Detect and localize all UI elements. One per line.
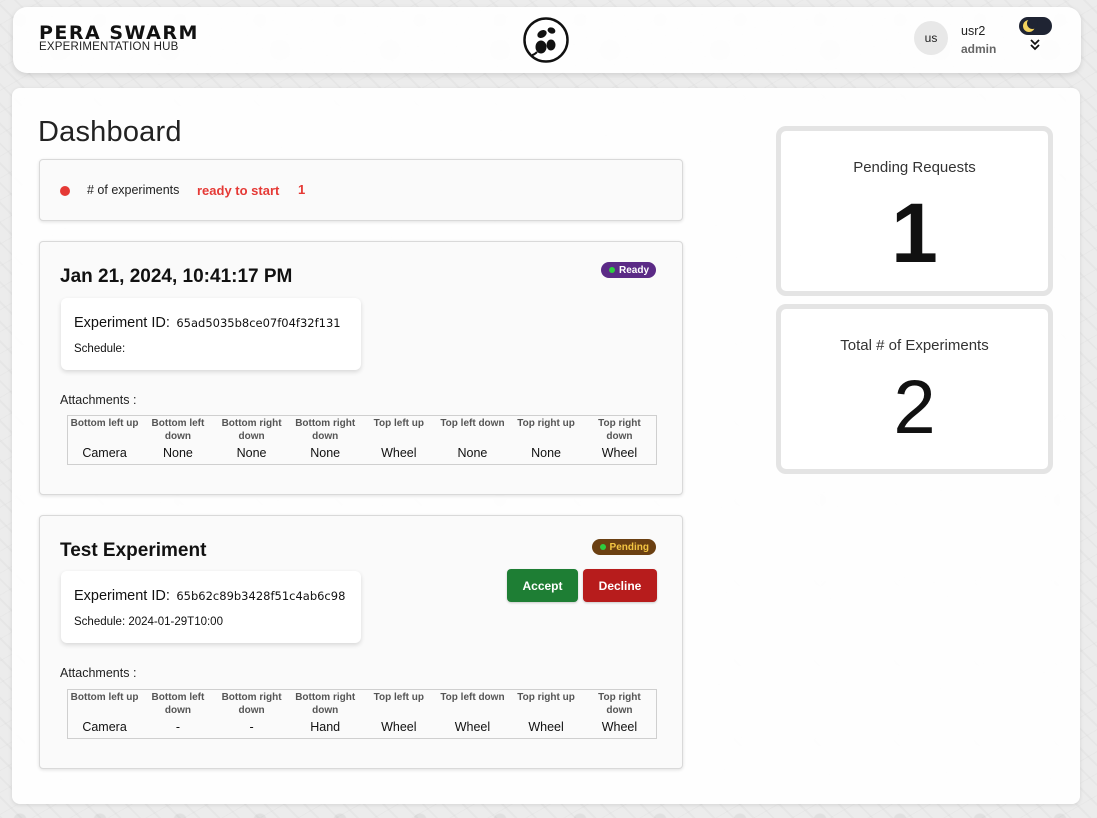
attachment-value: None xyxy=(236,446,267,460)
attachment-header: Bottom left down xyxy=(151,418,205,442)
summary-status: ready to start xyxy=(197,183,280,198)
decline-button[interactable]: Decline xyxy=(583,569,657,602)
attachment-value: Wheel xyxy=(601,446,638,460)
attachment-value: Wheel xyxy=(381,720,417,734)
status-dot-icon xyxy=(60,186,70,196)
experiment-id-box: Experiment ID: 65b62c89b3428f51c4ab6c98 … xyxy=(61,571,361,643)
attachment-value: None xyxy=(457,446,488,460)
table-row: Camera - - Hand Wheel Wheel Wheel Wheel xyxy=(68,717,657,739)
attachment-value: None xyxy=(531,446,561,460)
experiment-card: Jan 21, 2024, 10:41:17 PM Ready Experime… xyxy=(39,241,683,495)
status-dot-icon xyxy=(599,544,606,550)
attachments-header-row: Bottom left up Bottom left down Bottom r… xyxy=(68,416,657,444)
experiment-title: Jan 21, 2024, 10:41:17 PM xyxy=(60,266,293,287)
attachment-header: Top left up xyxy=(373,692,424,703)
brand[interactable]: PERA SWARM EXPERIMENTATION HUB xyxy=(39,24,199,53)
experiment-title: Test Experiment xyxy=(60,540,207,561)
attachments-header-row: Bottom left up Bottom left down Bottom r… xyxy=(68,690,657,718)
table-row: Camera None None None Wheel None None Wh… xyxy=(68,443,657,465)
attachment-header: Bottom right down xyxy=(295,418,356,442)
schedule: Schedule: xyxy=(74,343,126,355)
status-badge: Pending xyxy=(591,539,656,555)
attachment-header: Bottom left up xyxy=(70,418,139,429)
attachment-value: Wheel xyxy=(601,720,638,734)
experiment-id-value: 65b62c89b3428f51c4ab6c98 xyxy=(176,589,346,603)
attachment-value: None xyxy=(310,446,341,460)
user-name: usr2 xyxy=(961,24,986,38)
status-badge: Ready xyxy=(600,262,656,278)
attachment-value: Wheel xyxy=(381,446,417,460)
pending-requests-card: Pending Requests 1 xyxy=(776,126,1053,296)
attachment-value: Camera xyxy=(82,720,127,734)
attachment-value: Wheel xyxy=(454,720,491,734)
attachments-label: Attachments : xyxy=(60,666,137,680)
summary-count: 1 xyxy=(298,182,306,197)
swarm-logo-icon[interactable] xyxy=(522,17,570,63)
attachment-value: Camera xyxy=(82,446,127,460)
attachments-table: Bottom left up Bottom left down Bottom r… xyxy=(67,415,657,465)
accept-button[interactable]: Accept xyxy=(507,569,578,602)
attachment-value: Hand xyxy=(310,720,341,734)
attachments-table: Bottom left up Bottom left down Bottom r… xyxy=(67,689,657,739)
summary-label: # of experiments xyxy=(87,183,180,197)
attachment-header: Top right down xyxy=(598,418,641,442)
brand-subtitle: EXPERIMENTATION HUB xyxy=(39,41,179,53)
attachment-value: - xyxy=(175,720,181,734)
attachment-value: Wheel xyxy=(528,720,564,734)
attachment-header: Bottom right down xyxy=(221,418,282,442)
top-header: PERA SWARM EXPERIMENTATION HUB us usr2 a… xyxy=(13,7,1081,73)
attachment-header: Top left down xyxy=(440,418,505,429)
total-experiments-label: Total # of Experiments xyxy=(840,337,989,354)
attachments-label: Attachments : xyxy=(60,393,137,407)
experiment-id-box: Experiment ID: 65ad5035b8ce07f04f32f131 … xyxy=(61,298,361,370)
attachment-header: Top left up xyxy=(373,418,424,429)
attachment-header: Bottom left up xyxy=(70,692,139,703)
pending-requests-value: 1 xyxy=(891,186,938,280)
brand-title: PERA SWARM xyxy=(39,22,199,44)
double-chevron-down-icon[interactable] xyxy=(1028,38,1042,52)
total-experiments-card: Total # of Experiments 2 xyxy=(776,304,1053,474)
user-role: admin xyxy=(961,42,997,56)
attachment-header: Top right up xyxy=(517,692,575,703)
pending-requests-label: Pending Requests xyxy=(853,159,976,176)
attachment-value: None xyxy=(162,446,193,460)
total-experiments-value: 2 xyxy=(893,365,936,450)
attachment-header: Top right up xyxy=(517,418,575,429)
attachment-value: - xyxy=(249,720,254,734)
experiment-id-label: Experiment ID: xyxy=(74,588,170,604)
attachment-header: Top left down xyxy=(440,692,505,703)
status-dot-icon xyxy=(608,267,615,273)
attachment-header: Bottom left down xyxy=(151,692,205,716)
attachment-header: Top right down xyxy=(598,692,641,716)
theme-toggle[interactable] xyxy=(1019,17,1052,35)
page-title: Dashboard xyxy=(38,116,182,148)
attachment-header: Bottom right down xyxy=(295,692,356,716)
attachment-header: Bottom right down xyxy=(221,692,282,716)
experiment-card: Test Experiment Pending Experiment ID: 6… xyxy=(39,515,683,769)
experiment-id-value: 65ad5035b8ce07f04f32f131 xyxy=(176,316,341,330)
schedule: Schedule: 2024-01-29T10:00 xyxy=(74,616,223,628)
experiment-id-label: Experiment ID: xyxy=(74,315,170,331)
ready-summary-card: # of experiments ready to start 1 xyxy=(39,159,683,221)
avatar[interactable]: us xyxy=(914,21,948,55)
